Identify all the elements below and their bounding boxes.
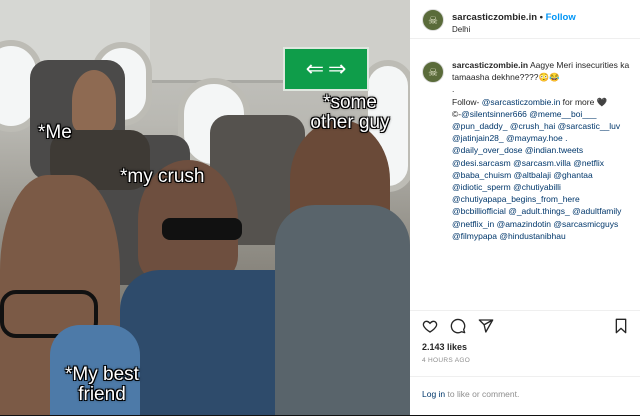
tag-list: @silentsinner666 @meme__boi___ @pun_dadd… bbox=[452, 109, 621, 241]
caption-best-friend: *My best friend bbox=[65, 364, 139, 405]
tag-link[interactable]: @hindustanibhau bbox=[499, 231, 565, 241]
exit-arrow-left: ⇐ bbox=[305, 56, 324, 81]
comment-icon[interactable] bbox=[450, 318, 466, 334]
share-icon[interactable] bbox=[478, 318, 494, 334]
skull-icon: ☠ bbox=[428, 66, 438, 79]
caption-other-guy: *some other guy bbox=[310, 92, 390, 133]
tag-link[interactable]: @amazindotin bbox=[497, 219, 551, 229]
post-side-panel: ☠ sarcasticzombie.in • Follow Delhi ☠ sa… bbox=[410, 0, 640, 415]
tag-link[interactable]: @desi.sarcasm bbox=[452, 158, 511, 168]
tag-link[interactable]: @sarcasmicguys bbox=[553, 219, 618, 229]
tag-link[interactable]: @netflix_in bbox=[452, 219, 494, 229]
tag-link[interactable]: @sarcastic__luv bbox=[558, 121, 620, 131]
follow-handle-link[interactable]: @sarcasticzombie.in bbox=[482, 97, 561, 107]
tag-link[interactable]: @silentsinner666 bbox=[461, 109, 527, 119]
tag-link[interactable]: @sarcasm.villa bbox=[513, 158, 571, 168]
skull-icon: ☠ bbox=[428, 14, 438, 27]
login-rest: to like or comment. bbox=[445, 389, 520, 399]
bookmark-icon[interactable] bbox=[613, 318, 629, 334]
caption-my-crush: *my crush bbox=[120, 166, 205, 187]
person-me bbox=[72, 70, 116, 132]
action-bar bbox=[410, 310, 640, 341]
tag-link[interactable]: @idiotic_sperm bbox=[452, 182, 511, 192]
avatar[interactable]: ☠ bbox=[422, 9, 444, 31]
post-timestamp[interactable]: 4 HOURS AGO bbox=[422, 357, 470, 364]
tag-link[interactable]: @ghantaa bbox=[553, 170, 592, 180]
tag-link[interactable]: @filmypapa bbox=[452, 231, 497, 241]
tag-link[interactable]: @chutiyabilli bbox=[513, 182, 561, 192]
sunglasses bbox=[162, 218, 242, 240]
tag-link[interactable]: @maymay.hoe bbox=[506, 133, 563, 143]
follow-prefix: Follow- bbox=[452, 96, 482, 107]
login-prompt: Log in to like or comment. bbox=[422, 389, 519, 399]
separator-dot: • bbox=[539, 12, 543, 23]
caption-avatar[interactable]: ☠ bbox=[422, 61, 444, 83]
caption-area[interactable]: ☠ sarcasticzombie.in Aagye Meri insecuri… bbox=[410, 39, 640, 309]
follow-suffix: for more 🖤 bbox=[560, 96, 608, 107]
tag-link[interactable]: @pun_daddy_ bbox=[452, 121, 507, 131]
login-link[interactable]: Log in bbox=[422, 389, 445, 399]
heart-icon[interactable] bbox=[422, 318, 438, 334]
tag-link[interactable]: @bcbilliofficial bbox=[452, 206, 506, 216]
tag-link[interactable]: @netflix bbox=[573, 158, 604, 168]
login-bar: Log in to like or comment. bbox=[410, 376, 640, 416]
tag-link[interactable]: @_adult.things_ bbox=[508, 206, 570, 216]
post-header: ☠ sarcasticzombie.in • Follow Delhi bbox=[410, 0, 640, 39]
tag-link[interactable]: @altbalaji bbox=[514, 170, 551, 180]
tag-link[interactable]: @baba_chuism bbox=[452, 170, 511, 180]
tag-link[interactable]: @jatinjain28_ bbox=[452, 133, 504, 143]
header-user-line: sarcasticzombie.in • Follow bbox=[452, 12, 576, 23]
location-link[interactable]: Delhi bbox=[452, 25, 470, 34]
caption-me: *Me bbox=[38, 122, 72, 143]
exit-arrow-right: ⇒ bbox=[328, 56, 347, 81]
caption-text: sarcasticzombie.in Aagye Meri insecuriti… bbox=[452, 59, 632, 242]
person-other-guy-shirt bbox=[275, 205, 410, 415]
username-link[interactable]: sarcasticzombie.in bbox=[452, 12, 537, 23]
follow-button[interactable]: Follow bbox=[546, 12, 576, 23]
like-count[interactable]: 2.143 likes bbox=[422, 342, 467, 352]
tag-link[interactable]: @chutiyapapa_begins_from_here bbox=[452, 194, 580, 204]
tag-link[interactable]: @indian.tweets bbox=[525, 145, 583, 155]
tag-link[interactable]: @meme__boi___ bbox=[529, 109, 596, 119]
tag-link[interactable]: @crush_hai bbox=[510, 121, 555, 131]
caption-username[interactable]: sarcasticzombie.in bbox=[452, 60, 528, 70]
exit-sign: ⇐ ⇒ bbox=[283, 47, 369, 91]
tag-link[interactable]: @adultfamily bbox=[572, 206, 621, 216]
caption-dot: . bbox=[452, 84, 455, 95]
post-photo: ⇐ ⇒ *some other guy *Me *my crush *My be… bbox=[0, 0, 410, 415]
credits-prefix: ©- bbox=[452, 108, 462, 119]
